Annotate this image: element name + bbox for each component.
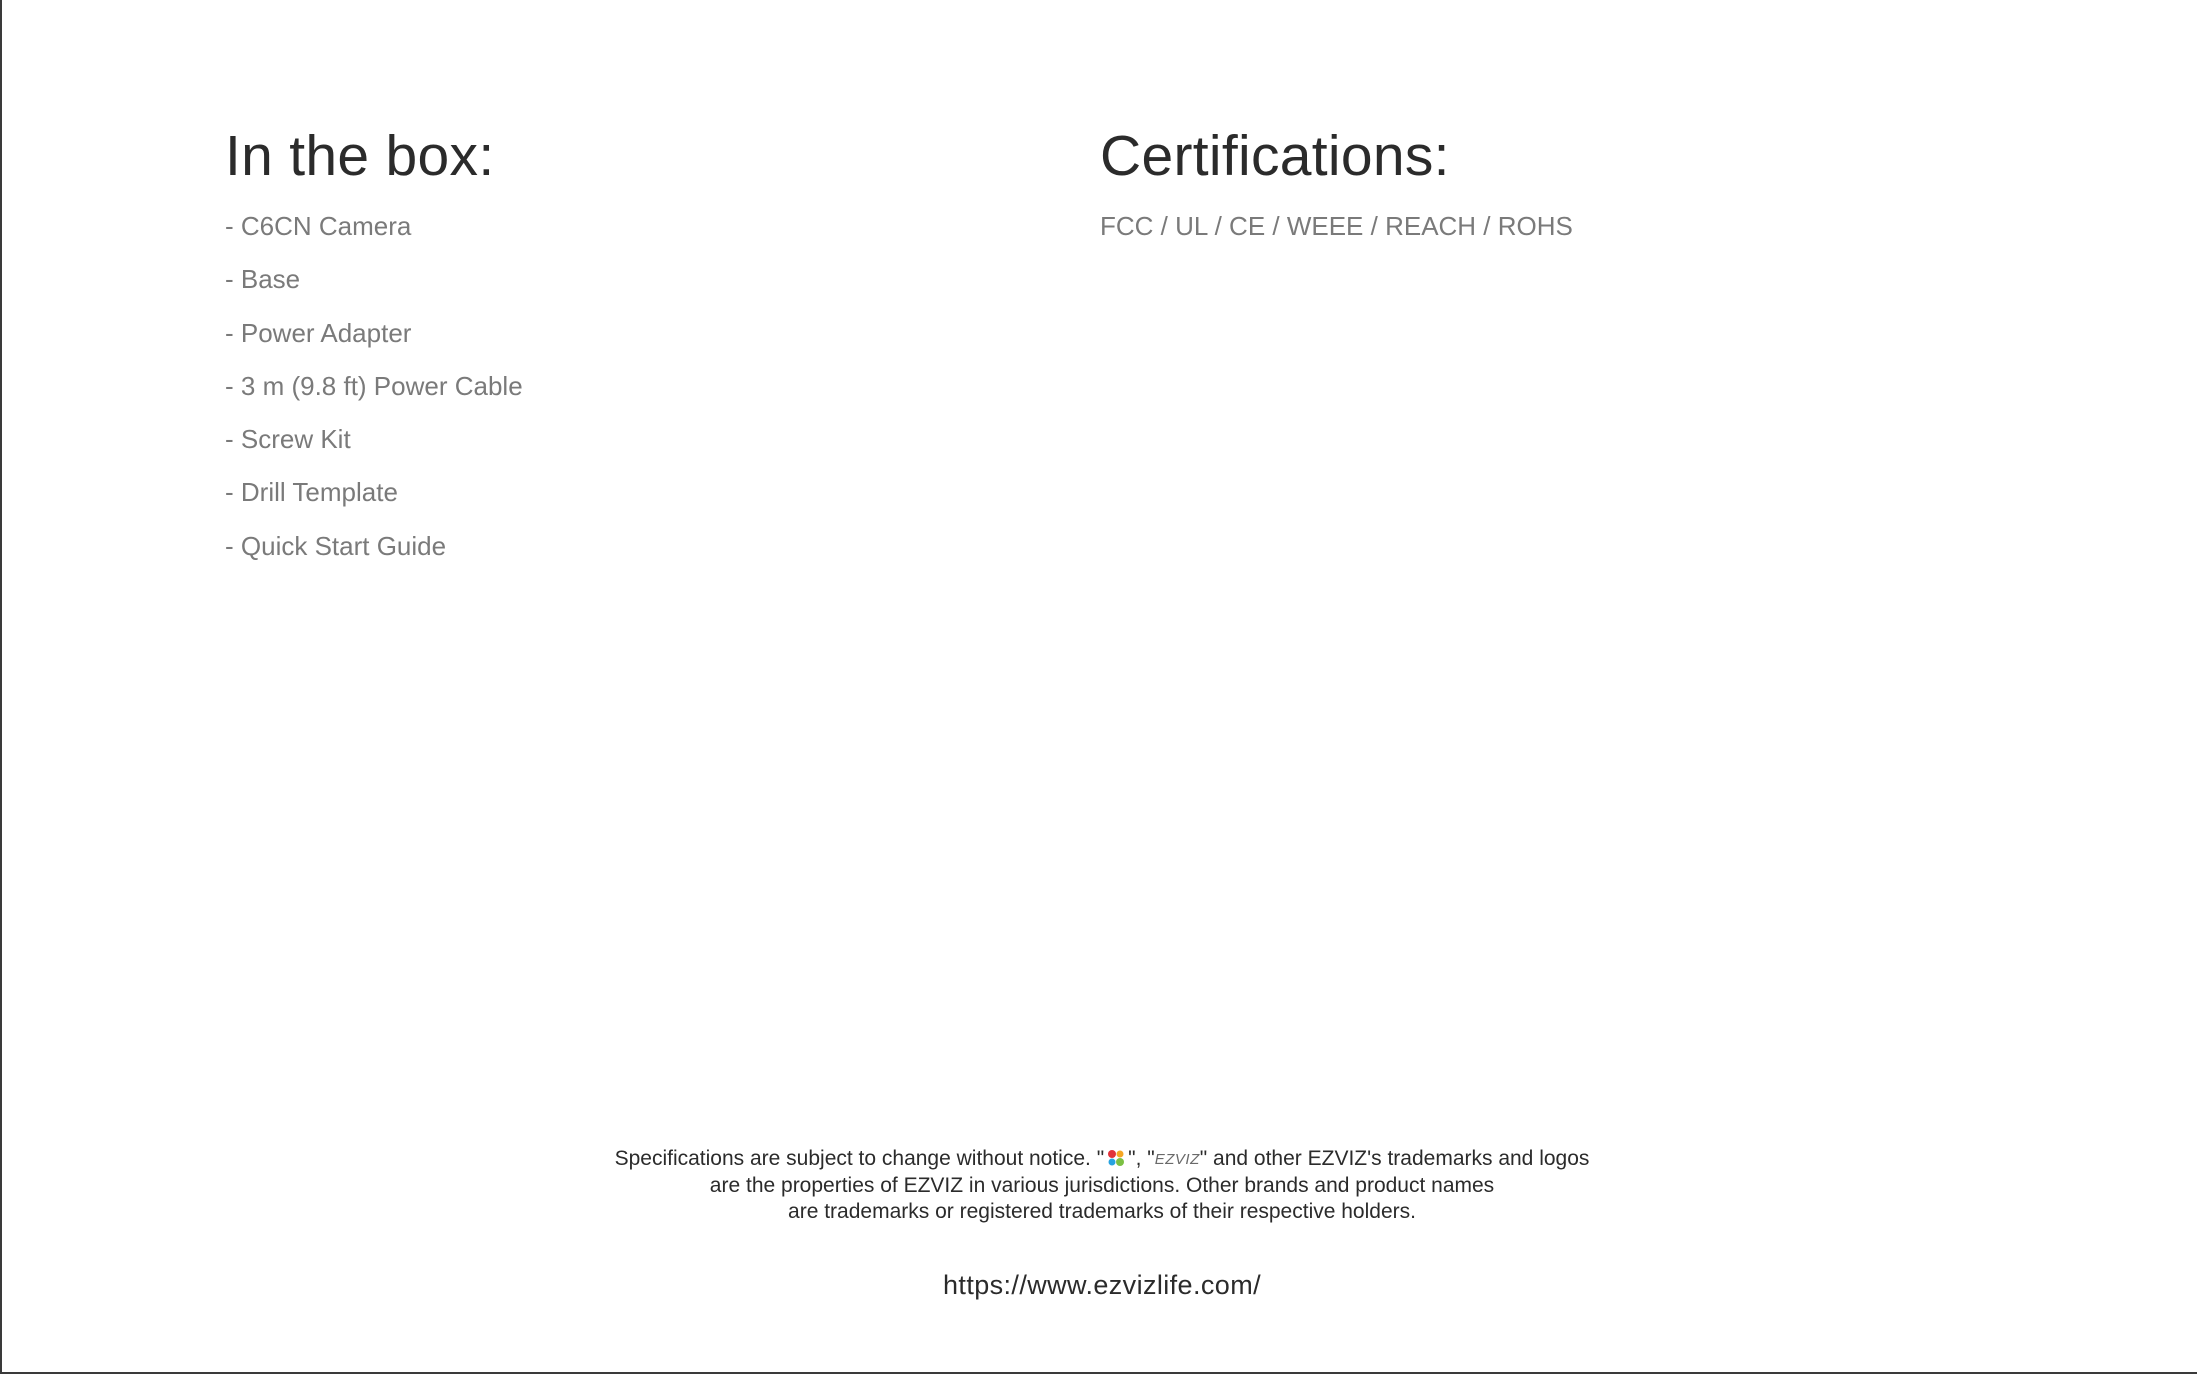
legal-text: " and other EZVIZ's trademarks and logos [1199, 1147, 1590, 1170]
in-the-box-section: In the box: - C6CN Camera - Base - Power… [225, 122, 925, 573]
legal-notice: Specifications are subject to change wit… [2, 1146, 2200, 1225]
list-item: - Drill Template [225, 477, 398, 508]
in-the-box-list: - C6CN Camera - Base - Power Adapter - 3… [225, 200, 925, 573]
certifications-heading: Certifications: [1100, 124, 1450, 188]
spec-page: In the box: - C6CN Camera - Base - Power… [0, 0, 2197, 1374]
legal-line-2: are the properties of EZVIZ in various j… [709, 1174, 1495, 1197]
certifications-list: FCC / UL / CE / WEEE / REACH / ROHS [1100, 211, 1573, 241]
list-item: - Quick Start Guide [225, 530, 447, 561]
website-link[interactable]: https://www.ezvizlife.com/ [2, 1270, 2200, 1301]
certifications-section: Certifications: FCC / UL / CE / WEEE / R… [1100, 122, 2000, 253]
in-the-box-heading: In the box: [225, 124, 495, 188]
list-item: - Power Adapter [225, 317, 412, 348]
list-item: - C6CN Camera [225, 211, 412, 241]
legal-line-3: are trademarks or registered trademarks … [788, 1200, 1416, 1223]
list-item: - Base [225, 264, 301, 295]
list-item: - Screw Kit [225, 424, 351, 455]
list-item: - 3 m (9.8 ft) Power Cable [225, 370, 523, 401]
ezviz-wordmark: EZVIZ [1154, 1151, 1200, 1168]
legal-text: ", " [1128, 1147, 1155, 1170]
ezviz-logo-icon [1108, 1150, 1125, 1166]
legal-line-1: Specifications are subject to change wit… [2, 1146, 2200, 1173]
legal-text: Specifications are subject to change wit… [614, 1147, 1105, 1170]
